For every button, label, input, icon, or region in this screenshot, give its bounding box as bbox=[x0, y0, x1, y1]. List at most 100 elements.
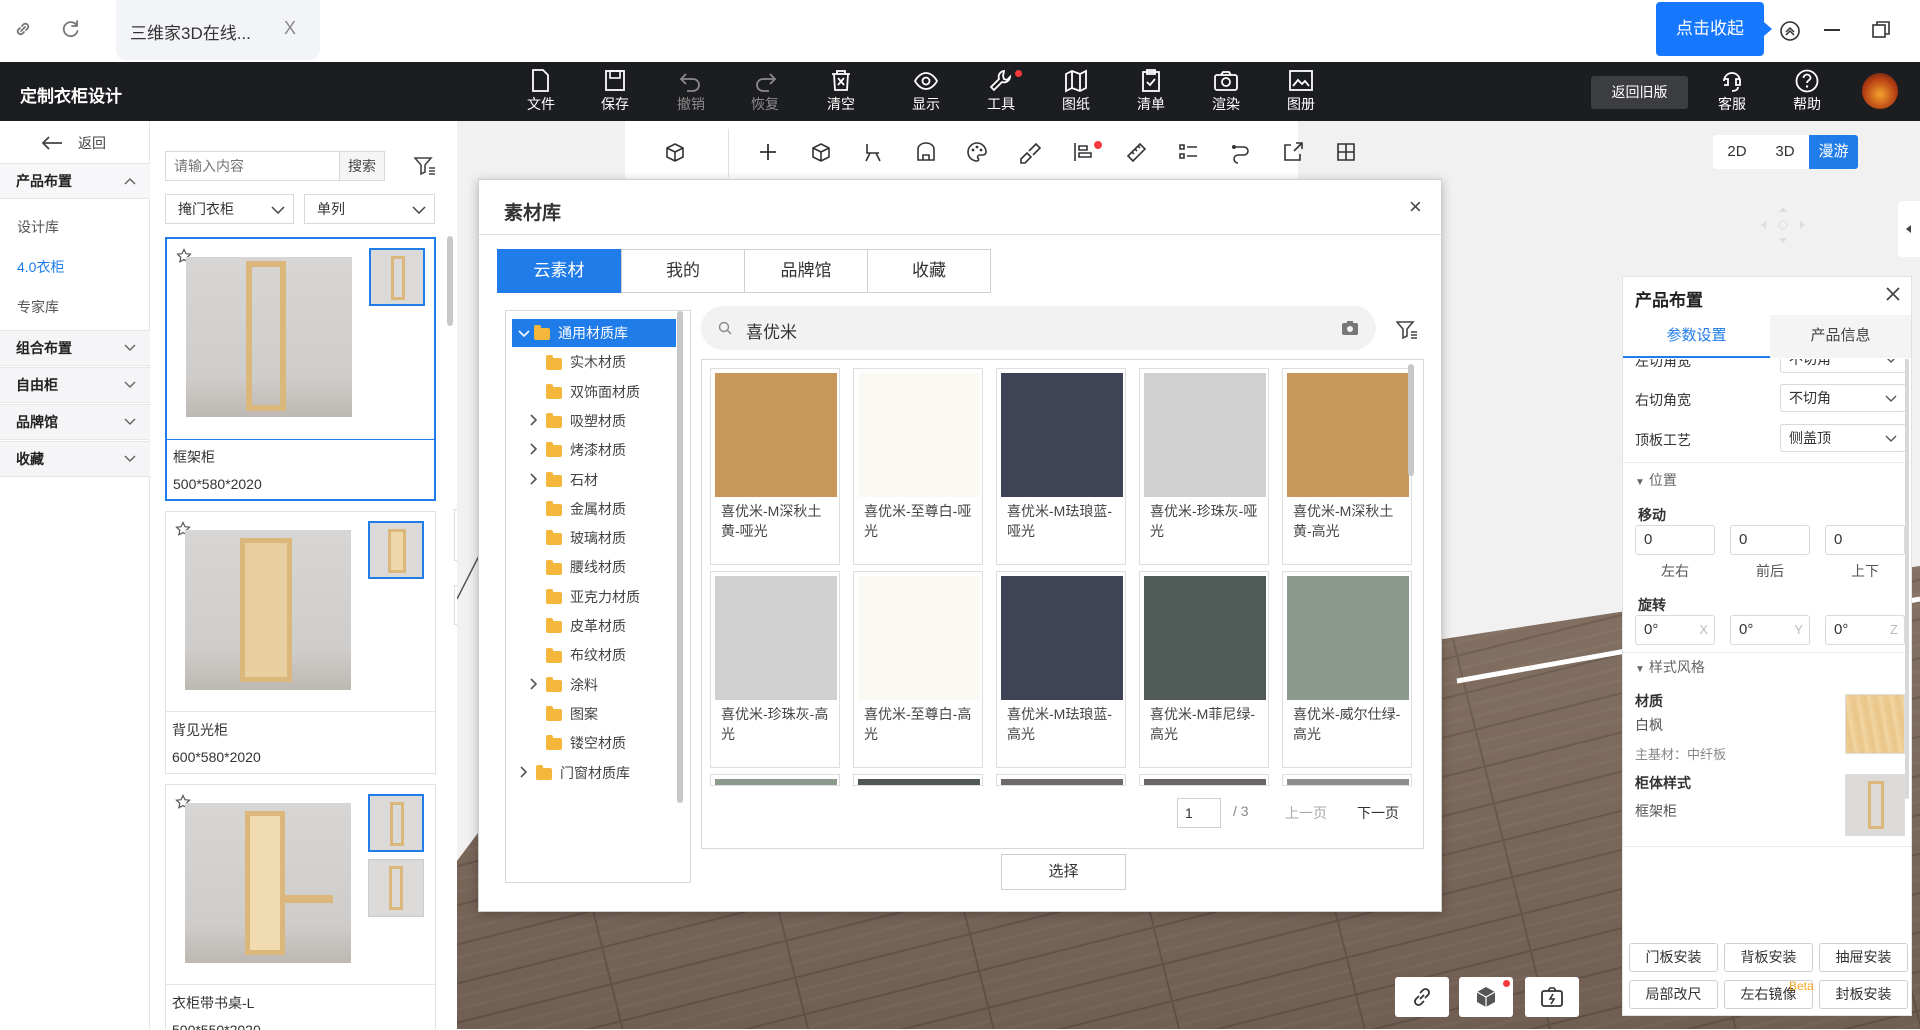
tree-node[interactable]: 腰线材质 bbox=[522, 555, 626, 579]
product-card[interactable]: 框架柜 500*580*2020 bbox=[165, 237, 436, 501]
material-card[interactable] bbox=[853, 774, 983, 786]
sealing-board-button[interactable]: 封板安装 bbox=[1819, 980, 1908, 1009]
palette-icon[interactable] bbox=[966, 141, 990, 165]
navigation-compass-icon[interactable] bbox=[1745, 205, 1821, 245]
tab-product-info[interactable]: 产品信息 bbox=[1770, 315, 1911, 358]
move-z-input[interactable]: 0 bbox=[1825, 525, 1905, 555]
product-card[interactable]: 衣柜带书桌-L 500*550*2020 bbox=[165, 784, 436, 1030]
tab-parameters[interactable]: 参数设置 bbox=[1623, 315, 1770, 358]
nav-section-combination[interactable]: 组合布置 bbox=[0, 330, 150, 366]
prev-page-button[interactable]: 上一页 bbox=[1285, 803, 1327, 823]
minimize-icon[interactable] bbox=[1824, 29, 1840, 31]
ruler-icon[interactable] bbox=[1125, 141, 1149, 165]
product-thumbnail[interactable] bbox=[368, 521, 424, 579]
material-swatch[interactable] bbox=[1845, 694, 1905, 754]
rotate-y-input[interactable]: 0° Y bbox=[1730, 615, 1810, 645]
tree-node[interactable]: 涂料 bbox=[522, 673, 598, 697]
move-y-input[interactable]: 0 bbox=[1730, 525, 1810, 555]
back-panel-install-button[interactable]: 背板安装 bbox=[1724, 943, 1813, 972]
material-card[interactable] bbox=[1282, 774, 1412, 786]
local-resize-button[interactable]: 局部改尺 bbox=[1629, 980, 1718, 1009]
close-icon[interactable] bbox=[1885, 286, 1901, 302]
help-button[interactable]: 帮助 bbox=[1779, 66, 1835, 114]
tree-node[interactable]: 烤漆材质 bbox=[522, 438, 626, 462]
product-thumbnail[interactable] bbox=[368, 859, 424, 917]
brush-icon[interactable] bbox=[1018, 141, 1042, 165]
product-list-scrollbar[interactable] bbox=[447, 236, 453, 326]
material-card[interactable]: 喜优米-M深秋土黄-哑光 bbox=[710, 368, 840, 565]
top-board-select[interactable]: 侧盖顶 bbox=[1780, 424, 1906, 452]
right-chamfer-select[interactable]: 不切角 bbox=[1780, 384, 1906, 412]
tree-node[interactable]: 玻璃材质 bbox=[522, 526, 626, 550]
screenshot-tool-button[interactable] bbox=[1525, 977, 1579, 1017]
tab-brand-hall[interactable]: 品牌馆 bbox=[744, 249, 868, 293]
door-install-button[interactable]: 门板安装 bbox=[1629, 943, 1718, 972]
toolbar-button-8[interactable]: 图纸 bbox=[1048, 66, 1104, 114]
tree-node[interactable]: 门窗材质库 bbox=[512, 761, 630, 785]
nav-item-wardrobe-4[interactable]: 4.0衣柜 bbox=[17, 257, 64, 277]
path-icon[interactable] bbox=[1230, 141, 1254, 165]
nav-section-product-layout[interactable]: 产品布置 bbox=[0, 163, 150, 199]
chevron-right-icon[interactable] bbox=[530, 443, 546, 455]
arch-icon[interactable] bbox=[915, 141, 939, 165]
tree-node[interactable]: 亚克力材质 bbox=[522, 585, 640, 609]
view-mode-3d[interactable]: 3D bbox=[1761, 135, 1809, 169]
rotate-x-input[interactable]: 0° X bbox=[1635, 615, 1715, 645]
link-tool-button[interactable] bbox=[1395, 977, 1449, 1017]
align-icon[interactable] bbox=[1072, 141, 1096, 165]
chevron-right-icon[interactable] bbox=[530, 414, 546, 426]
dialog-close-icon[interactable]: × bbox=[1409, 194, 1422, 220]
toolbar-button-5[interactable]: 清空 bbox=[813, 66, 869, 114]
toolbar-button-10[interactable]: 渲染 bbox=[1198, 66, 1254, 114]
page-number-input[interactable]: 1 bbox=[1177, 798, 1221, 828]
toolbar-button-7[interactable]: 工具 bbox=[973, 66, 1029, 114]
refresh-icon[interactable] bbox=[60, 18, 82, 40]
export-icon[interactable] bbox=[1282, 141, 1306, 165]
material-card[interactable]: 喜优米-珍珠灰-哑光 bbox=[1139, 368, 1269, 565]
toolbar-button-6[interactable]: 显示 bbox=[898, 66, 954, 114]
material-card[interactable]: 喜优米-珍珠灰-高光 bbox=[710, 571, 840, 768]
tree-node[interactable]: 吸塑材质 bbox=[522, 409, 626, 433]
tab-favorites[interactable]: 收藏 bbox=[867, 249, 991, 293]
tree-scrollbar[interactable] bbox=[677, 311, 683, 803]
tree-node[interactable]: 金属材质 bbox=[522, 497, 626, 521]
restore-icon[interactable] bbox=[1871, 20, 1891, 40]
product-card[interactable]: 背见光柜 600*580*2020 bbox=[165, 511, 436, 774]
tab-close-icon[interactable]: X bbox=[284, 18, 296, 39]
material-search-box[interactable]: 喜优米 bbox=[701, 306, 1376, 350]
chevron-right-icon[interactable] bbox=[520, 765, 536, 778]
customer-service-button[interactable]: 客服 bbox=[1704, 66, 1760, 114]
move-x-input[interactable]: 0 bbox=[1635, 525, 1715, 555]
select-button[interactable]: 选择 bbox=[1001, 854, 1126, 890]
camera-search-icon[interactable] bbox=[1341, 320, 1359, 336]
chevron-down-icon[interactable] bbox=[518, 330, 534, 338]
right-panel-toggle[interactable] bbox=[1898, 201, 1920, 257]
nav-section-favorites[interactable]: 收藏 bbox=[0, 441, 150, 477]
column-type-select[interactable]: 单列 bbox=[304, 194, 435, 224]
avatar[interactable] bbox=[1862, 73, 1898, 109]
tab-mine[interactable]: 我的 bbox=[621, 249, 745, 293]
tree-node[interactable]: 实木材质 bbox=[522, 350, 626, 374]
next-page-button[interactable]: 下一页 bbox=[1357, 803, 1399, 823]
tree-node[interactable]: 布纹材质 bbox=[522, 643, 626, 667]
nav-item-design-library[interactable]: 设计库 bbox=[17, 217, 59, 237]
material-card[interactable]: 喜优米-至尊白-高光 bbox=[853, 571, 983, 768]
cabinet-style-thumbnail[interactable] bbox=[1845, 774, 1905, 836]
tree-node[interactable]: 图案 bbox=[522, 702, 598, 726]
nav-item-expert-library[interactable]: 专家库 bbox=[17, 297, 59, 317]
product-thumbnail[interactable] bbox=[369, 248, 425, 306]
material-card[interactable]: 喜优米-M菲尼绿-高光 bbox=[1139, 571, 1269, 768]
product-search-input[interactable] bbox=[165, 151, 339, 181]
cube-add-icon[interactable] bbox=[664, 141, 688, 165]
toolbar-button-1[interactable]: 文件 bbox=[513, 66, 569, 114]
corner-icon[interactable] bbox=[862, 141, 886, 165]
list-icon[interactable] bbox=[1177, 141, 1201, 165]
view-mode-2d[interactable]: 2D bbox=[1713, 135, 1761, 169]
rotate-z-input[interactable]: 0° Z bbox=[1825, 615, 1905, 645]
cube-tool-button[interactable] bbox=[1459, 977, 1513, 1017]
box-icon[interactable] bbox=[810, 141, 834, 165]
chevron-right-icon[interactable] bbox=[530, 472, 546, 485]
tab-cloud-materials[interactable]: 云素材 bbox=[497, 249, 621, 293]
view-mode-roam[interactable]: 漫游 bbox=[1809, 135, 1858, 169]
left-chamfer-select[interactable]: 不切角 bbox=[1780, 359, 1906, 373]
